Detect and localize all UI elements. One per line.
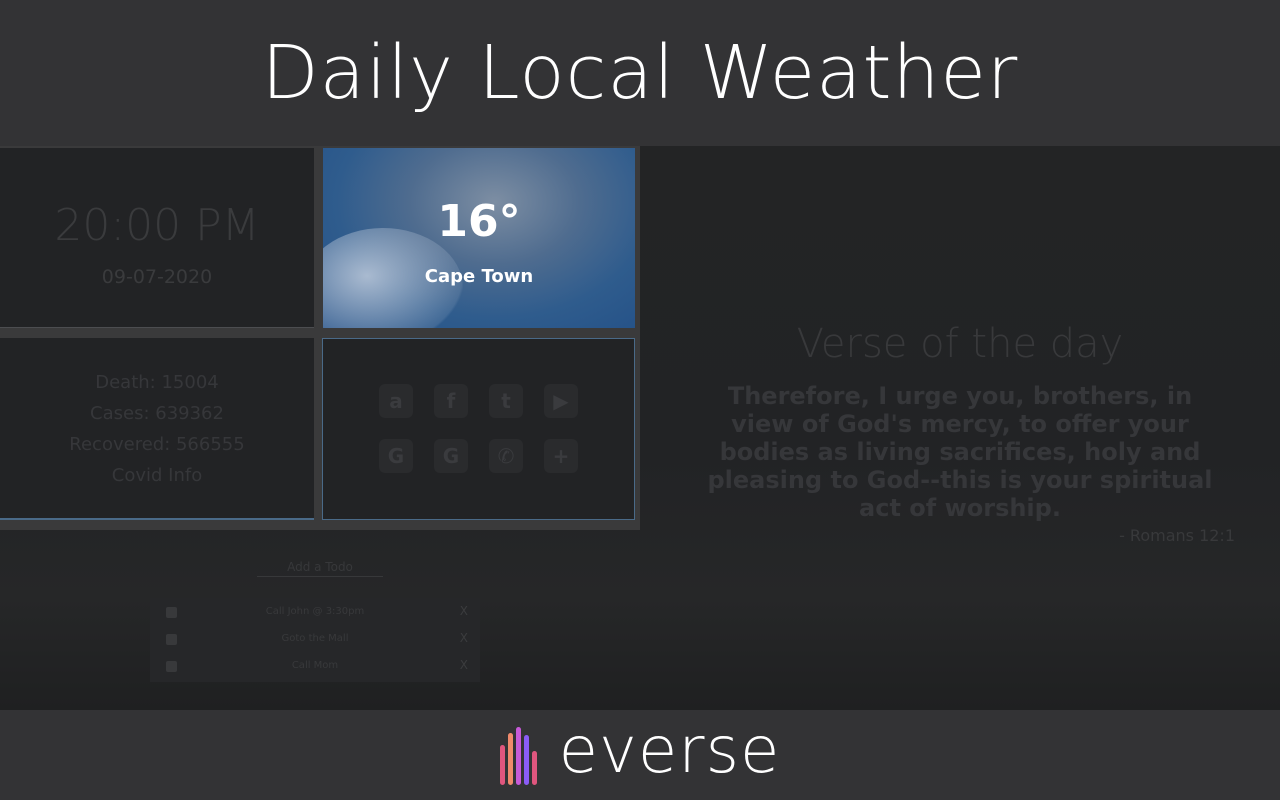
delete-todo-button[interactable]: X (460, 658, 468, 672)
app-shortcuts-widget: a f t ▶ G G ✆ + (322, 338, 635, 520)
google-icon[interactable]: G (379, 439, 413, 473)
widget-grid: 20:00 PM 09-07-2020 16° Cape Town Death:… (0, 146, 640, 530)
weather-temperature: 16° (437, 196, 521, 247)
facebook-icon[interactable]: f (434, 384, 468, 418)
whatsapp-icon[interactable]: ✆ (489, 439, 523, 473)
delete-todo-button[interactable]: X (460, 631, 468, 645)
app-screenshot: 20:00 PM 09-07-2020 16° Cape Town Death:… (0, 146, 1280, 710)
todo-item: Goto the Mall X (150, 627, 480, 653)
everse-logo-icon (499, 725, 537, 785)
covid-cases: Cases: 639362 (90, 403, 224, 424)
page-header: Daily Local Weather (0, 0, 1280, 146)
page-footer: everse (0, 710, 1280, 800)
todo-label: Call Mom (291, 660, 339, 671)
todo-label: Call John @ 3:30pm (265, 606, 365, 617)
weather-widget[interactable]: 16° Cape Town (323, 148, 635, 328)
todo-list: Call John @ 3:30pm X Goto the Mall X Cal… (150, 598, 480, 682)
amazon-icon[interactable]: a (379, 384, 413, 418)
verse-title: Verse of the day (796, 321, 1124, 367)
todo-item: Call Mom X (150, 654, 480, 680)
add-todo-field[interactable]: Add a Todo (0, 560, 640, 577)
covid-widget: Death: 15004 Cases: 639362 Recovered: 56… (0, 338, 314, 520)
youtube-icon[interactable]: ▶ (544, 384, 578, 418)
covid-recovered: Recovered: 566555 (69, 434, 245, 455)
todo-widget: Add a Todo Call John @ 3:30pm X Goto the… (0, 530, 640, 710)
delete-todo-button[interactable]: X (460, 604, 468, 618)
add-todo-label: Add a Todo (257, 560, 383, 577)
verse-text: Therefore, I urge you, brothers, in view… (707, 382, 1213, 522)
page-title: Daily Local Weather (261, 30, 1019, 116)
covid-deaths: Death: 15004 (95, 372, 219, 393)
google-icon[interactable]: G (434, 439, 468, 473)
twitter-icon[interactable]: t (489, 384, 523, 418)
add-icon[interactable]: + (544, 439, 578, 473)
covid-info-label: Covid Info (111, 465, 203, 486)
clock-time: 20:00 PM (54, 200, 260, 251)
weather-city: Cape Town (424, 266, 534, 287)
clock-widget: 20:00 PM 09-07-2020 (0, 148, 314, 328)
clock-date: 09-07-2020 (101, 266, 213, 288)
verse-reference: - Romans 12:1 (1119, 526, 1235, 545)
verse-widget: Verse of the day Therefore, I urge you, … (640, 146, 1280, 710)
brand-name: everse (558, 714, 781, 788)
todo-label: Goto the Mall (281, 633, 349, 644)
todo-item: Call John @ 3:30pm X (150, 600, 480, 626)
